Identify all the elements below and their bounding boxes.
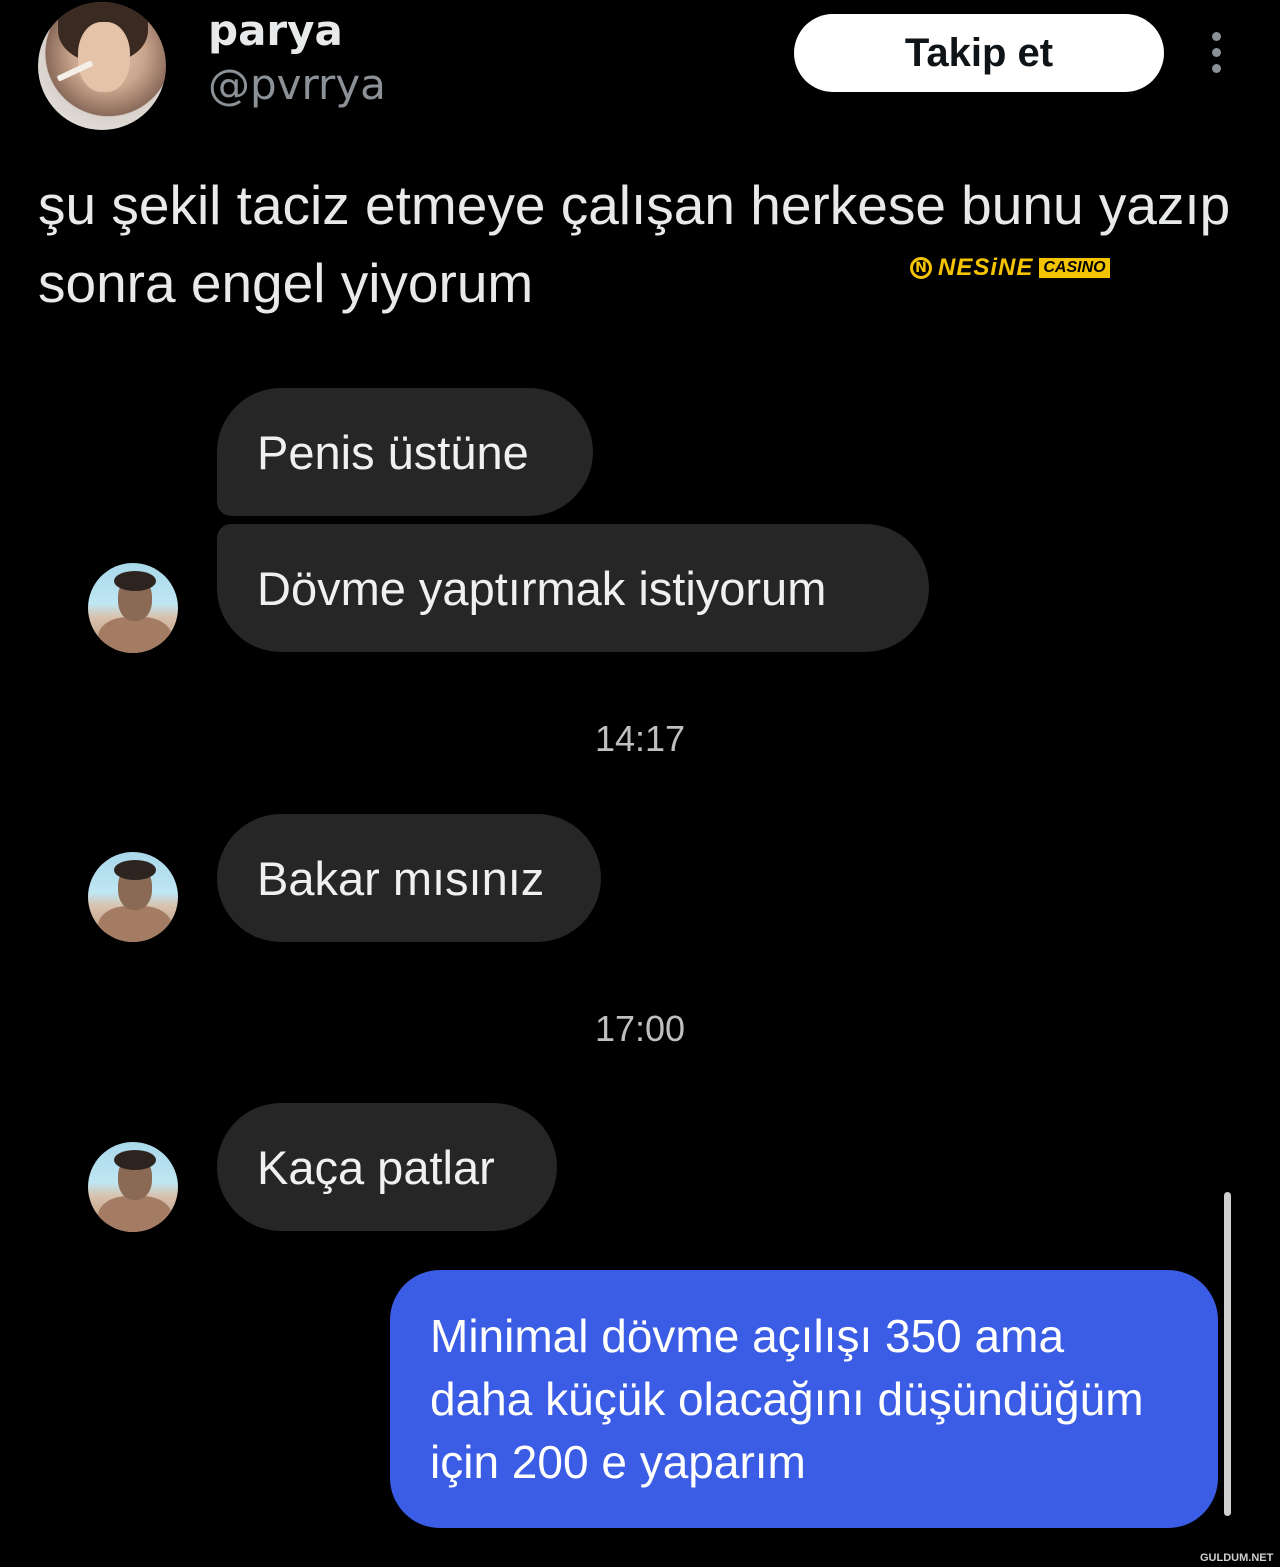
avatar-face xyxy=(78,22,130,92)
incoming-message: Kaça patlar xyxy=(217,1103,557,1231)
outgoing-message: Minimal dövme açılışı 350 ama daha küçük… xyxy=(390,1270,1218,1528)
profile-avatar[interactable] xyxy=(38,2,166,130)
incoming-message: Penis üstüne xyxy=(217,388,593,516)
user-handle[interactable]: @pvrrya xyxy=(208,60,386,109)
message-timestamp: 14:17 xyxy=(594,718,686,759)
display-name[interactable]: parya xyxy=(208,6,343,55)
logo-tag: CASINO xyxy=(1039,258,1110,278)
logo-brand: NESiNE xyxy=(938,254,1034,281)
message-timestamp: 17:00 xyxy=(594,1008,686,1049)
incoming-message: Dövme yaptırmak istiyorum xyxy=(217,524,929,652)
sender-avatar[interactable] xyxy=(88,1142,178,1232)
sender-avatar[interactable] xyxy=(88,852,178,942)
watermark: GULDUM.NET xyxy=(1200,1552,1274,1564)
sender-avatar[interactable] xyxy=(88,563,178,653)
more-options-icon[interactable] xyxy=(1206,32,1226,76)
follow-button[interactable]: Takip et xyxy=(794,14,1164,92)
scrollbar[interactable] xyxy=(1224,1192,1231,1516)
tweet-text: şu şekil taciz etmeye çalışan herkese bu… xyxy=(38,174,1231,314)
nesine-casino-logo: N NESiNE CASINO xyxy=(910,254,1110,282)
nesine-logo-icon: N xyxy=(910,257,932,279)
incoming-message: Bakar mısınız xyxy=(217,814,601,942)
